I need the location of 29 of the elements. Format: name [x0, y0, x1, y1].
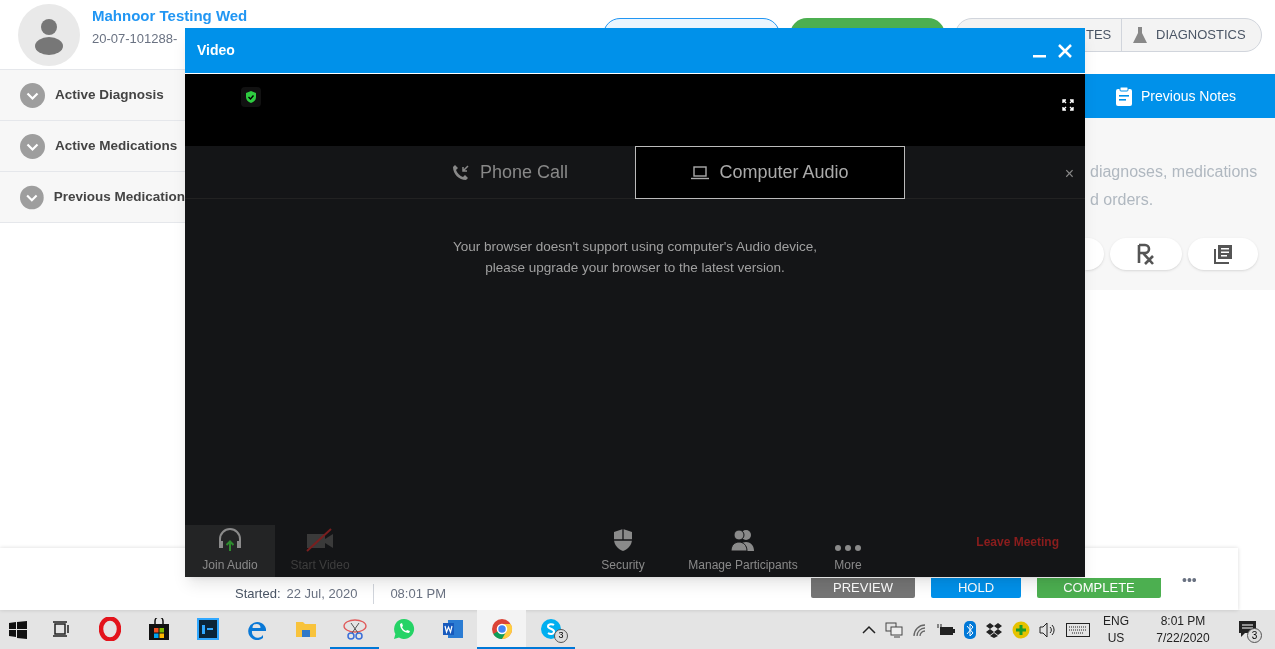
start-date: 22 Jul, 2020 [286, 584, 375, 604]
audio-tab[interactable]: Phone Call [385, 146, 635, 199]
patient-name[interactable]: Mahnoor Testing Wed [92, 4, 248, 27]
toolbar-button[interactable]: More [808, 525, 888, 577]
taskbar-app[interactable]: 3 [526, 610, 575, 649]
diagnostics-tab[interactable]: DIAGNOSTICS [1156, 25, 1246, 45]
preview-button[interactable]: PREVIEW [811, 578, 915, 598]
hold-button[interactable]: HOLD [931, 578, 1021, 598]
toolbar-button[interactable]: Join Audio [185, 525, 275, 577]
language-indicator[interactable]: ENG [1103, 612, 1129, 630]
audio-tab[interactable]: Computer Audio [635, 146, 905, 199]
placeholder-text: d orders. [1090, 190, 1155, 210]
region-indicator[interactable]: US [1107, 629, 1125, 647]
toolbar-button[interactable]: Manage Participants [678, 525, 808, 577]
patient-id: 20-07-101288- [92, 30, 179, 48]
complete-button[interactable]: COMPLETE [1037, 578, 1161, 598]
more-button[interactable]: ••• [1182, 570, 1197, 591]
close-icon[interactable]: × [1064, 162, 1074, 186]
placeholder-text: diagnoses, medications [1090, 162, 1259, 182]
audio-error-message: Your browser doesn't support using computer's Audio device, please upgrade your browser to the latest version. [451, 238, 819, 277]
window-title: Video [197, 41, 235, 60]
clock-time[interactable]: 8:01 PM [1160, 612, 1206, 630]
started-label: Started: [235, 585, 281, 603]
start-time: 08:01 PM [390, 585, 447, 603]
previous-notes-tab[interactable]: Previous Notes [1085, 74, 1275, 118]
clock-date[interactable]: 7/22/2020 [1156, 629, 1210, 647]
notes-tab[interactable]: TES [1086, 25, 1121, 45]
app-badge: 3 [554, 629, 568, 643]
toolbar-button[interactable]: Security [568, 525, 678, 577]
